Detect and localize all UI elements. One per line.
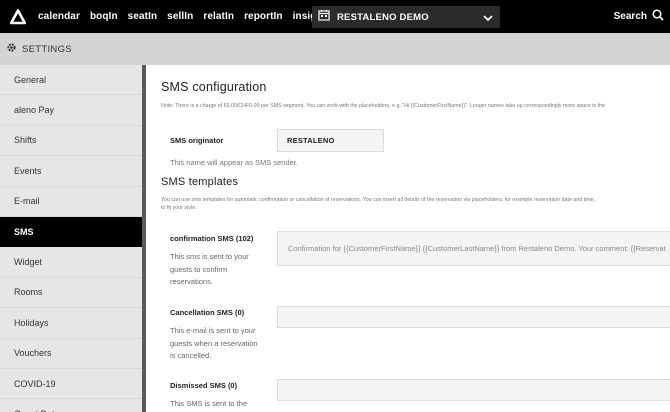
confirmation-sms-help: This sms is sent to your guests to confi…: [170, 252, 249, 286]
sidebar-item-general[interactable]: General: [0, 65, 142, 96]
dismissed-sms-help: This SMS is sent to the: [170, 399, 248, 408]
sms-templates-note-continued: to fit your style.: [161, 205, 197, 211]
sms-templates-heading: SMS templates: [161, 176, 239, 188]
settings-header: SETTINGS: [0, 33, 670, 65]
sidebar-item-vouchers[interactable]: Vouchers: [0, 339, 142, 369]
sidebar-item-covid-19[interactable]: COVID-19: [0, 369, 142, 400]
settings-sidebar: General aleno Pay Shifts Events E-mail S…: [0, 65, 142, 412]
top-navbar: calendar boqIn seatIn sellIn relatIn rep…: [0, 0, 670, 33]
sidebar-item-shifts[interactable]: Shifts: [0, 126, 142, 157]
sms-originator-label: SMS originator: [170, 136, 224, 145]
sidebar-item-email[interactable]: E-mail: [0, 187, 142, 217]
sidebar-item-guest-data[interactable]: Guest Data: [0, 399, 142, 412]
nav-sellin[interactable]: sellIn: [167, 11, 193, 22]
dismissed-sms-label: Dismissed SMS (0): [170, 381, 238, 390]
cancellation-sms-textarea[interactable]: [277, 306, 670, 328]
confirmation-sms-label: confirmation SMS (102): [170, 234, 254, 243]
nav-relatin[interactable]: relatIn: [203, 11, 234, 22]
cancellation-sms-label: Cancellation SMS (0): [170, 308, 245, 317]
nav-boqin[interactable]: boqIn: [90, 11, 118, 22]
dismissed-sms-textarea[interactable]: [277, 379, 670, 401]
gear-icon: [6, 40, 17, 58]
sidebar-item-events[interactable]: Events: [0, 156, 142, 187]
cancellation-sms-help: This e-mail is sent to your guests when …: [170, 326, 258, 360]
sms-originator-input[interactable]: RESTALENO: [277, 129, 384, 152]
search-label: Search: [613, 11, 647, 22]
sidebar-item-aleno-pay[interactable]: aleno Pay: [0, 95, 142, 126]
sms-originator-help: This name will appear as SMS sender.: [170, 158, 298, 167]
sidebar-item-holidays[interactable]: Holidays: [0, 308, 142, 339]
confirmation-sms-textarea[interactable]: Confirmation for {{CustomerFirstName}} {…: [277, 231, 670, 266]
nav-reportin[interactable]: reportIn: [244, 11, 283, 22]
search-icon: [652, 8, 664, 26]
sidebar-item-widget[interactable]: Widget: [0, 247, 142, 278]
venue-selector[interactable]: RESTALENO DEMO: [312, 6, 500, 28]
sidebar-item-sms[interactable]: SMS: [0, 216, 142, 248]
main-nav: calendar boqIn seatIn sellIn relatIn rep…: [33, 0, 337, 33]
sms-configuration-heading: SMS configuration: [161, 80, 267, 94]
calendar-icon: [318, 8, 330, 26]
nav-calendar[interactable]: calendar: [38, 11, 80, 22]
nav-seatin[interactable]: seatIn: [128, 11, 158, 22]
venue-name: RESTALENO DEMO: [337, 11, 429, 23]
sms-templates-note: You can use sms templates for automatic …: [161, 197, 596, 203]
aleno-logo-icon[interactable]: [7, 6, 29, 28]
sms-configuration-note: Note: There is a charge of €0.09/CHF0.09…: [161, 103, 606, 109]
chevron-down-icon: [482, 11, 494, 29]
sms-settings-panel: SMS configuration Note: There is a charg…: [146, 65, 670, 412]
search-button[interactable]: Search: [614, 0, 664, 33]
settings-title: SETTINGS: [22, 43, 72, 55]
sidebar-item-rooms[interactable]: Rooms: [0, 278, 142, 309]
